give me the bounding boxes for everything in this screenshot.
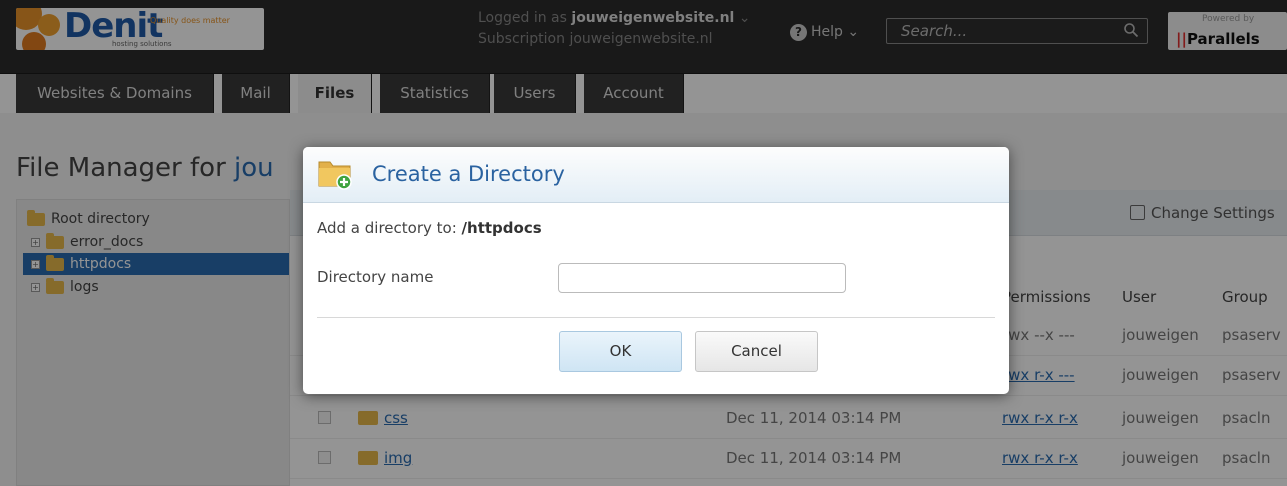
ok-button[interactable]: OK <box>559 331 682 372</box>
dialog-divider <box>317 317 995 318</box>
cancel-button[interactable]: Cancel <box>695 331 818 372</box>
directory-name-input[interactable] <box>558 263 846 293</box>
dialog-header: Create a Directory <box>303 147 1009 203</box>
new-folder-icon <box>318 161 352 190</box>
dialog-title: Create a Directory <box>372 162 565 186</box>
create-directory-dialog: Create a Directory Add a directory to: /… <box>303 147 1009 394</box>
dialog-target: Add a directory to: /httpdocs <box>317 219 542 237</box>
directory-name-label: Directory name <box>317 268 434 286</box>
